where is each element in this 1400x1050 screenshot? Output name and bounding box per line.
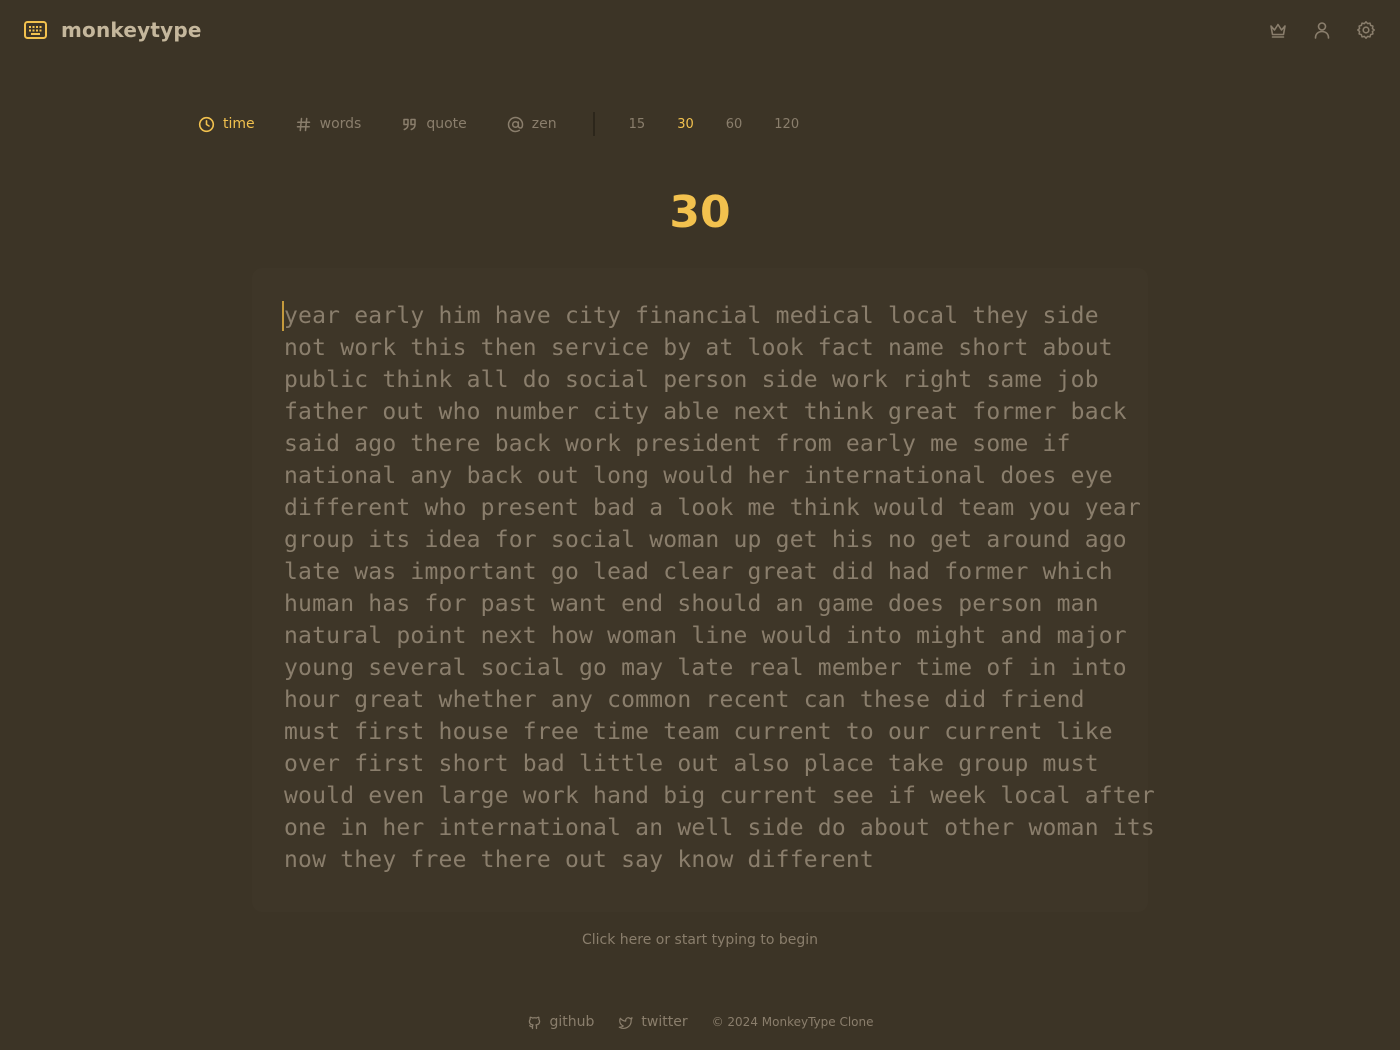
timer-countdown: 30 bbox=[669, 187, 731, 238]
words-line: human has for past want end should an ga… bbox=[284, 591, 1099, 617]
footer: github twitter © 2024 MonkeyType Clone bbox=[0, 1014, 1400, 1030]
github-icon bbox=[528, 1016, 540, 1029]
copyright-text: © 2024 MonkeyType Clone bbox=[711, 1015, 874, 1029]
twitter-link[interactable]: twitter bbox=[618, 1014, 688, 1030]
words-line: must first house free time team current … bbox=[284, 719, 1113, 745]
app-name: monkeytype bbox=[61, 18, 202, 42]
words-line: hour great whether any common recent can… bbox=[284, 687, 1085, 713]
duration-30-button[interactable]: 30 bbox=[677, 117, 694, 132]
words-line: said ago there back work president from … bbox=[284, 431, 1071, 457]
words-line: now they free there out say know differe… bbox=[284, 847, 874, 873]
hash-icon bbox=[296, 117, 310, 131]
mode-words-label: words bbox=[319, 116, 362, 132]
mode-zen-label: zen bbox=[531, 116, 557, 132]
test-config-bar: time words quote zen 15 30 60 120 bbox=[198, 112, 799, 136]
words-line: late was important go lead clear great d… bbox=[284, 559, 1113, 585]
words-input-area[interactable]: year early him have city financial medic… bbox=[252, 268, 1155, 912]
logo[interactable]: monkeytype bbox=[24, 18, 202, 42]
words-line: natural point next how woman line would … bbox=[284, 623, 1127, 649]
header-icons bbox=[1268, 20, 1376, 40]
mode-quote-button[interactable]: quote bbox=[401, 116, 467, 133]
start-hint[interactable]: Click here or start typing to begin bbox=[0, 932, 1400, 948]
mode-quote-label: quote bbox=[426, 116, 467, 132]
quote-icon bbox=[403, 118, 417, 130]
header: monkeytype bbox=[0, 0, 1400, 60]
words-line: public think all do social person side w… bbox=[284, 367, 1099, 393]
crown-icon[interactable] bbox=[1268, 20, 1288, 40]
words-line: national any back out long would her int… bbox=[284, 463, 1113, 489]
twitter-label: twitter bbox=[641, 1014, 688, 1030]
words-line: not work this then service by at look fa… bbox=[284, 335, 1113, 361]
words-line: over first short bad little out also pla… bbox=[284, 751, 1099, 777]
keyboard-icon bbox=[24, 21, 47, 39]
mode-zen-button[interactable]: zen bbox=[507, 116, 557, 133]
mode-words-button[interactable]: words bbox=[295, 116, 362, 133]
mode-time-button[interactable]: time bbox=[198, 116, 255, 133]
words-line: different who present bad a look me thin… bbox=[284, 495, 1141, 521]
mode-time-label: time bbox=[223, 116, 255, 132]
clock-icon bbox=[198, 116, 215, 132]
words-line: young several social go may late real me… bbox=[284, 655, 1127, 681]
twitter-icon bbox=[619, 1016, 634, 1029]
user-icon[interactable] bbox=[1312, 20, 1332, 40]
github-label: github bbox=[549, 1014, 595, 1030]
gear-icon[interactable] bbox=[1356, 20, 1376, 40]
duration-120-button[interactable]: 120 bbox=[774, 117, 799, 132]
words-line: one in her international an well side do… bbox=[284, 815, 1155, 841]
config-divider bbox=[592, 112, 595, 136]
at-icon bbox=[507, 116, 524, 132]
words-line: father out who number city able next thi… bbox=[284, 399, 1127, 425]
github-link[interactable]: github bbox=[527, 1014, 595, 1030]
words-line: year early him have city financial medic… bbox=[284, 303, 1099, 329]
words-line: group its idea for social woman up get h… bbox=[284, 527, 1127, 553]
duration-60-button[interactable]: 60 bbox=[726, 117, 743, 132]
words-line: would even large work hand big current s… bbox=[284, 783, 1155, 809]
duration-15-button[interactable]: 15 bbox=[629, 117, 646, 132]
